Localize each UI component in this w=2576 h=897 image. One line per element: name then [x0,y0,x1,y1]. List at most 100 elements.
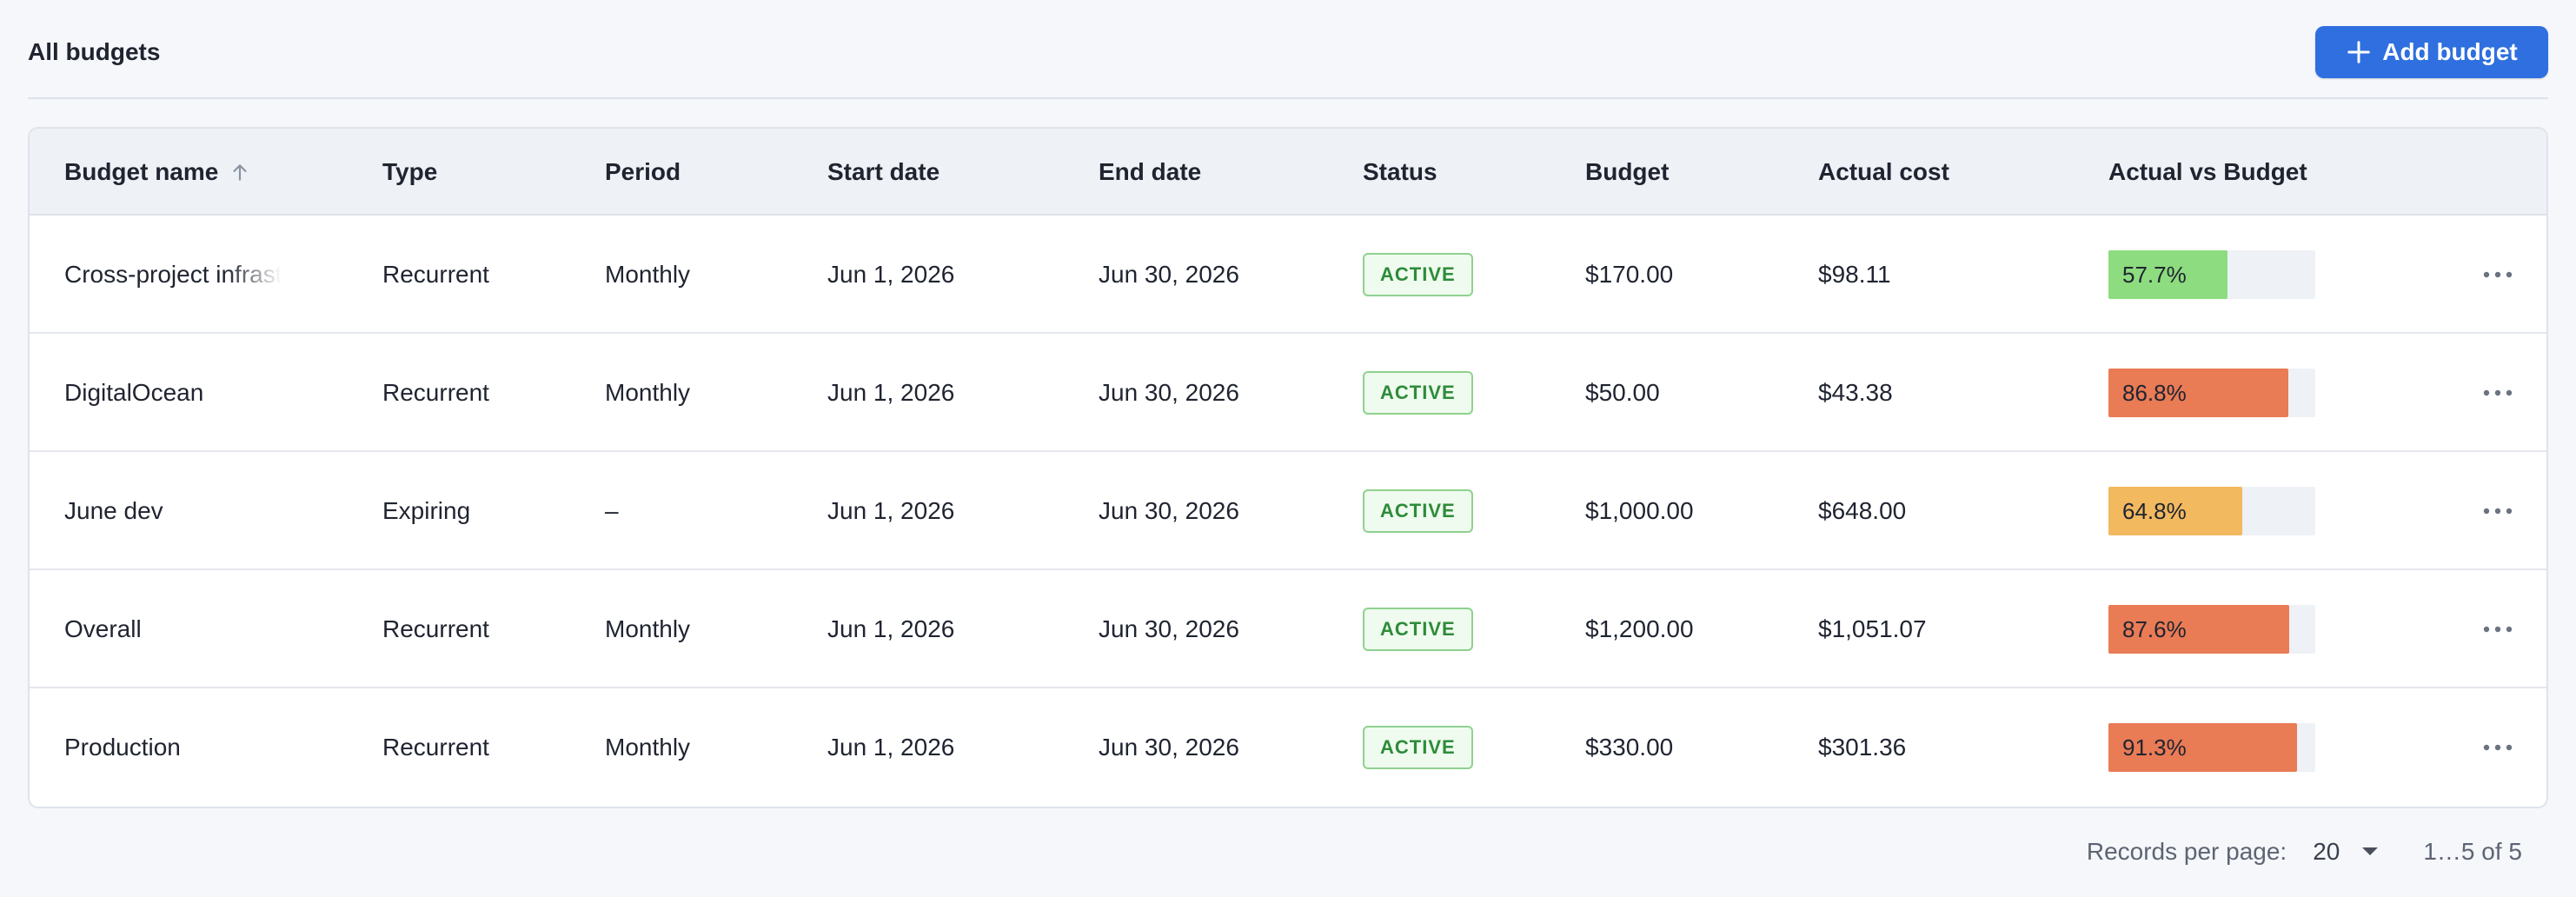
column-header-actual-vs-budget[interactable]: Actual vs Budget [2108,129,2307,216]
page-title: All budgets [28,38,161,65]
row-menu-button[interactable] [2480,732,2515,763]
status-badge: ACTIVE [1363,489,1473,533]
budget-name: DigitalOcean [64,379,204,406]
progress-label: 87.6% [2122,615,2187,642]
progress-label: 64.8% [2122,497,2187,524]
progress-bar: 87.6% [2108,605,2315,654]
status-cell: ACTIVE [1363,216,1473,334]
progress-bar: 86.8% [2108,369,2315,417]
actual-vs-budget-cell: 91.3% [2108,688,2315,807]
row-menu-button[interactable] [2480,614,2515,645]
table-row[interactable]: Production Recurrent Monthly Jun 1, 2026 Jun… [30,688,2546,807]
budget-amount-cell: $170.00 [1585,261,1674,288]
column-label: Actual cost [1818,158,1949,185]
column-header-status[interactable]: Status [1363,129,1437,216]
budget-amount-cell: $1,200.00 [1585,615,1694,642]
caret-down-icon [2362,847,2379,855]
start-date-cell: Jun 1, 2026 [827,734,955,761]
more-horizontal-icon [2483,508,2513,515]
actual-cost-cell: $98.11 [1818,261,1891,288]
budget-name-cell: June dev [64,452,282,570]
end-date-cell: Jun 30, 2026 [1099,734,1239,761]
more-horizontal-icon [2483,389,2513,396]
table-header: Budget name Type Period Start date End d… [30,129,2546,216]
column-header-period[interactable]: Period [605,129,681,216]
budget-name: Production [64,734,181,761]
budget-name-cell: Cross-project infrastructure [64,216,282,334]
budget-name: Overall [64,615,142,642]
column-header-end-date[interactable]: End date [1099,129,1201,216]
status-badge: ACTIVE [1363,253,1473,296]
column-label: Budget name [64,158,219,185]
records-per-page-label: Records per page: [2086,838,2287,865]
budget-name: June dev [64,497,163,524]
header-divider [28,97,2548,99]
actual-vs-budget-cell: 87.6% [2108,570,2315,688]
actual-cost-cell: $43.38 [1818,379,1893,406]
column-label: Type [382,158,438,185]
status-cell: ACTIVE [1363,452,1473,570]
progress-bar: 91.3% [2108,723,2315,772]
records-per-page-select[interactable]: 20 [2313,838,2380,866]
table-row[interactable]: June dev Expiring – Jun 1, 2026 Jun 30, 2026… [30,452,2546,570]
progress-label: 57.7% [2122,261,2187,288]
status-badge: ACTIVE [1363,608,1473,651]
type-cell: Recurrent [382,261,489,288]
column-label: Start date [827,158,940,185]
add-budget-button[interactable]: Add budget [2315,26,2548,78]
column-label: Status [1363,158,1437,185]
start-date-cell: Jun 1, 2026 [827,615,955,642]
type-cell: Recurrent [382,734,489,761]
budgets-table: Budget name Type Period Start date End d… [28,127,2548,808]
end-date-cell: Jun 30, 2026 [1099,615,1239,642]
period-cell: Monthly [605,615,691,642]
column-header-start-date[interactable]: Start date [827,129,939,216]
column-header-type[interactable]: Type [382,129,437,216]
page-header: All budgets Add budget [28,26,2548,80]
row-menu-button[interactable] [2480,377,2515,409]
period-cell: Monthly [605,261,691,288]
status-badge: ACTIVE [1363,726,1473,769]
progress-label: 86.8% [2122,379,2187,406]
budget-name-cell: DigitalOcean [64,334,282,452]
pagination-range: 1…5 of 5 [2423,838,2522,865]
budget-name-cell: Overall [64,570,282,688]
plus-icon [2347,41,2370,63]
table-row[interactable]: DigitalOcean Recurrent Monthly Jun 1, 2026 J… [30,334,2546,452]
column-header-budget-name[interactable]: Budget name [64,129,251,216]
start-date-cell: Jun 1, 2026 [827,497,955,524]
budget-amount-cell: $50.00 [1585,379,1660,406]
budget-name-cell: Production [64,688,282,807]
end-date-cell: Jun 30, 2026 [1099,261,1239,288]
budget-name: Cross-project infrastructure [64,261,282,288]
type-cell: Expiring [382,497,471,524]
actual-cost-cell: $1,051.07 [1818,615,1927,642]
actual-cost-cell: $301.36 [1818,734,1907,761]
end-date-cell: Jun 30, 2026 [1099,379,1239,406]
more-horizontal-icon [2483,626,2513,633]
row-menu-button[interactable] [2480,259,2515,290]
budget-amount-cell: $330.00 [1585,734,1674,761]
column-header-actual-cost[interactable]: Actual cost [1818,129,1949,216]
actual-cost-cell: $648.00 [1818,497,1907,524]
pagination: Records per page: 20 1…5 of 5 [2087,831,2522,873]
end-date-cell: Jun 30, 2026 [1099,497,1239,524]
table-row[interactable]: Cross-project infrastructure Recurrent Mon… [30,216,2546,334]
actual-vs-budget-cell: 86.8% [2108,334,2315,452]
period-cell: Monthly [605,734,691,761]
column-label: Actual vs Budget [2108,158,2307,185]
progress-label: 91.3% [2122,734,2187,761]
budgets-page: All budgets Add budget Budget name Type … [0,0,2576,897]
row-menu-button[interactable] [2480,495,2515,527]
table-row[interactable]: Overall Recurrent Monthly Jun 1, 2026 Jun 30… [30,570,2546,688]
more-horizontal-icon [2483,271,2513,278]
column-label: Budget [1585,158,1670,185]
more-horizontal-icon [2483,744,2513,751]
status-badge: ACTIVE [1363,371,1473,415]
actual-vs-budget-cell: 64.8% [2108,452,2315,570]
column-label: End date [1099,158,1202,185]
start-date-cell: Jun 1, 2026 [827,261,955,288]
start-date-cell: Jun 1, 2026 [827,379,955,406]
status-cell: ACTIVE [1363,334,1473,452]
column-header-budget[interactable]: Budget [1585,129,1669,216]
